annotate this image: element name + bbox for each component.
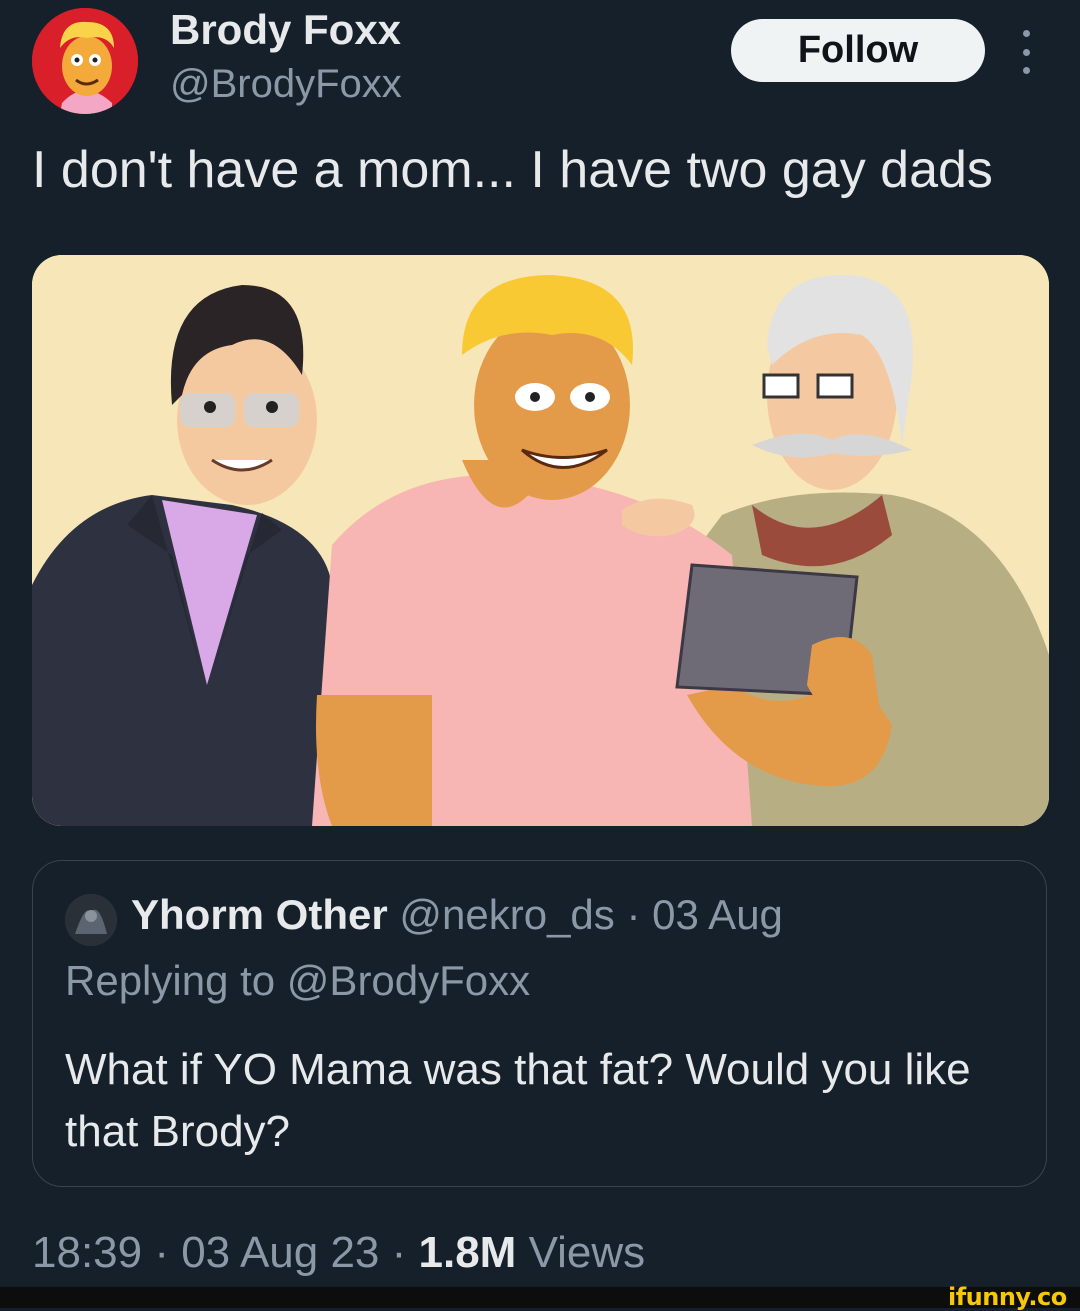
quoted-tweet-text: What if YO Mama was that fat? Would you … xyxy=(65,1045,971,1156)
tweet-text: I don't have a mom... I have two gay dad… xyxy=(32,141,993,199)
tweet-media-image[interactable] xyxy=(32,255,1049,826)
timestamp[interactable]: 18:39 · 03 Aug 23 · xyxy=(32,1228,419,1277)
views-label: Views xyxy=(528,1228,646,1277)
author-handle[interactable]: @BrodyFoxx xyxy=(170,62,402,107)
author-avatar[interactable] xyxy=(32,8,138,114)
quoted-author-meta: @nekro_ds · 03 Aug xyxy=(399,891,783,938)
tweet-footer-meta: 18:39 · 03 Aug 23 · 1.8M Views xyxy=(32,1228,645,1278)
views-count: 1.8M xyxy=(418,1228,517,1277)
author-display-name[interactable]: Brody Foxx xyxy=(170,6,401,54)
ifunny-watermark: ifunny.co xyxy=(948,1283,1067,1311)
watermark-strip xyxy=(0,1287,1080,1308)
quoted-author-avatar[interactable] xyxy=(65,894,117,946)
quoted-tweet-header: Yhorm Other @nekro_ds · 03 Aug xyxy=(131,891,783,939)
quoted-author-name[interactable]: Yhorm Other xyxy=(131,891,388,938)
more-options-icon[interactable] xyxy=(1014,30,1038,74)
quoted-tweet[interactable]: Yhorm Other @nekro_ds · 03 Aug Replying … xyxy=(32,860,1047,1187)
follow-button[interactable]: Follow xyxy=(731,19,985,82)
replying-to-label: Replying to @BrodyFoxx xyxy=(65,957,531,1004)
